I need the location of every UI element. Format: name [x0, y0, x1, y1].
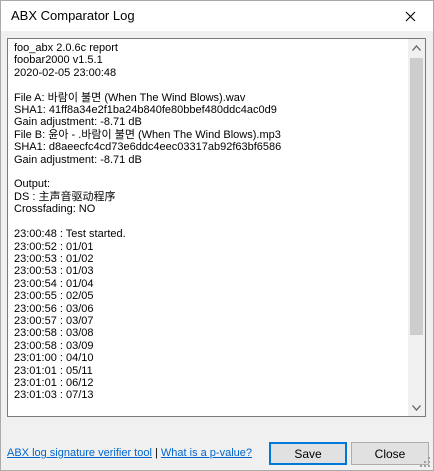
p-value-link[interactable]: What is a p-value? — [161, 447, 252, 459]
scroll-down-button[interactable] — [408, 399, 425, 416]
log-line: 23:00:53 : 01/02 — [14, 252, 94, 265]
chevron-up-icon — [412, 44, 421, 51]
log-line: File A: 바람이 불면 (When The Wind Blows).wav — [14, 91, 246, 104]
log-line: 23:00:58 : 03/08 — [14, 327, 94, 340]
chevron-down-icon — [412, 404, 421, 411]
log-line: SHA1: d8aeecfc4cd73e6ddc4eec03317ab92f63… — [14, 141, 282, 154]
save-button[interactable]: Save — [269, 442, 347, 465]
log-line: 23:01:03 : 07/13 — [14, 389, 94, 402]
footer-links: ABX log signature verifier tool | What i… — [7, 447, 252, 459]
log-line: foobar2000 v1.5.1 — [14, 54, 103, 67]
log-line: Gain adjustment: -8.71 dB — [14, 116, 142, 129]
close-icon — [405, 11, 415, 21]
log-line: 23:00:57 : 03/07 — [14, 314, 94, 327]
link-separator: | — [154, 447, 158, 459]
log-textarea[interactable]: foo_abx 2.0.6c report foobar2000 v1.5.1 20… — [7, 38, 426, 417]
log-line: 23:00:58 : 03/09 — [14, 339, 94, 352]
log-line: 23:01:01 : 05/11 — [14, 364, 93, 377]
scrollbar-thumb[interactable] — [410, 58, 423, 335]
title-bar: ABX Comparator Log — [1, 1, 433, 31]
log-line: DS : 主声音驱动程序 — [14, 190, 116, 203]
log-line: 23:01:01 : 06/12 — [14, 376, 94, 389]
log-line: Crossfading: NO — [14, 203, 96, 216]
scroll-up-button[interactable] — [408, 39, 425, 56]
log-line: Output: — [14, 178, 51, 191]
log-line: 23:00:52 : 01/01 — [14, 240, 94, 253]
log-line: 2020-02-05 23:00:48 — [14, 66, 117, 79]
log-line: 23:00:56 : 03/06 — [14, 302, 94, 315]
log-line: foo_abx 2.0.6c report — [14, 42, 118, 54]
log-text: foo_abx 2.0.6c report foobar2000 v1.5.1 20… — [14, 42, 409, 402]
vertical-scrollbar[interactable] — [408, 39, 425, 416]
log-line: 23:00:54 : 01/04 — [14, 277, 94, 290]
abx-log-window: ABX Comparator Log foo_abx 2.0.6c report… — [0, 0, 434, 471]
log-line: Gain adjustment: -8.71 dB — [14, 153, 142, 166]
log-line: 23:01:00 : 04/10 — [14, 352, 94, 365]
verifier-tool-link[interactable]: ABX log signature verifier tool — [7, 447, 152, 459]
log-line: File B: 윤아 - .바람이 불면 (When The Wind Blow… — [14, 128, 281, 141]
resize-grip-icon[interactable] — [419, 456, 431, 468]
log-line: 23:00:48 : Test started. — [14, 228, 126, 241]
log-line: 23:00:53 : 01/03 — [14, 265, 94, 278]
log-line: SHA1: 41ff8a34e2f1ba24b840fe80bbef480ddc… — [14, 104, 277, 117]
close-button[interactable]: Close — [351, 442, 429, 465]
log-line: 23:00:55 : 02/05 — [14, 290, 94, 303]
window-close-button[interactable] — [387, 1, 433, 31]
window-title: ABX Comparator Log — [11, 8, 135, 23]
